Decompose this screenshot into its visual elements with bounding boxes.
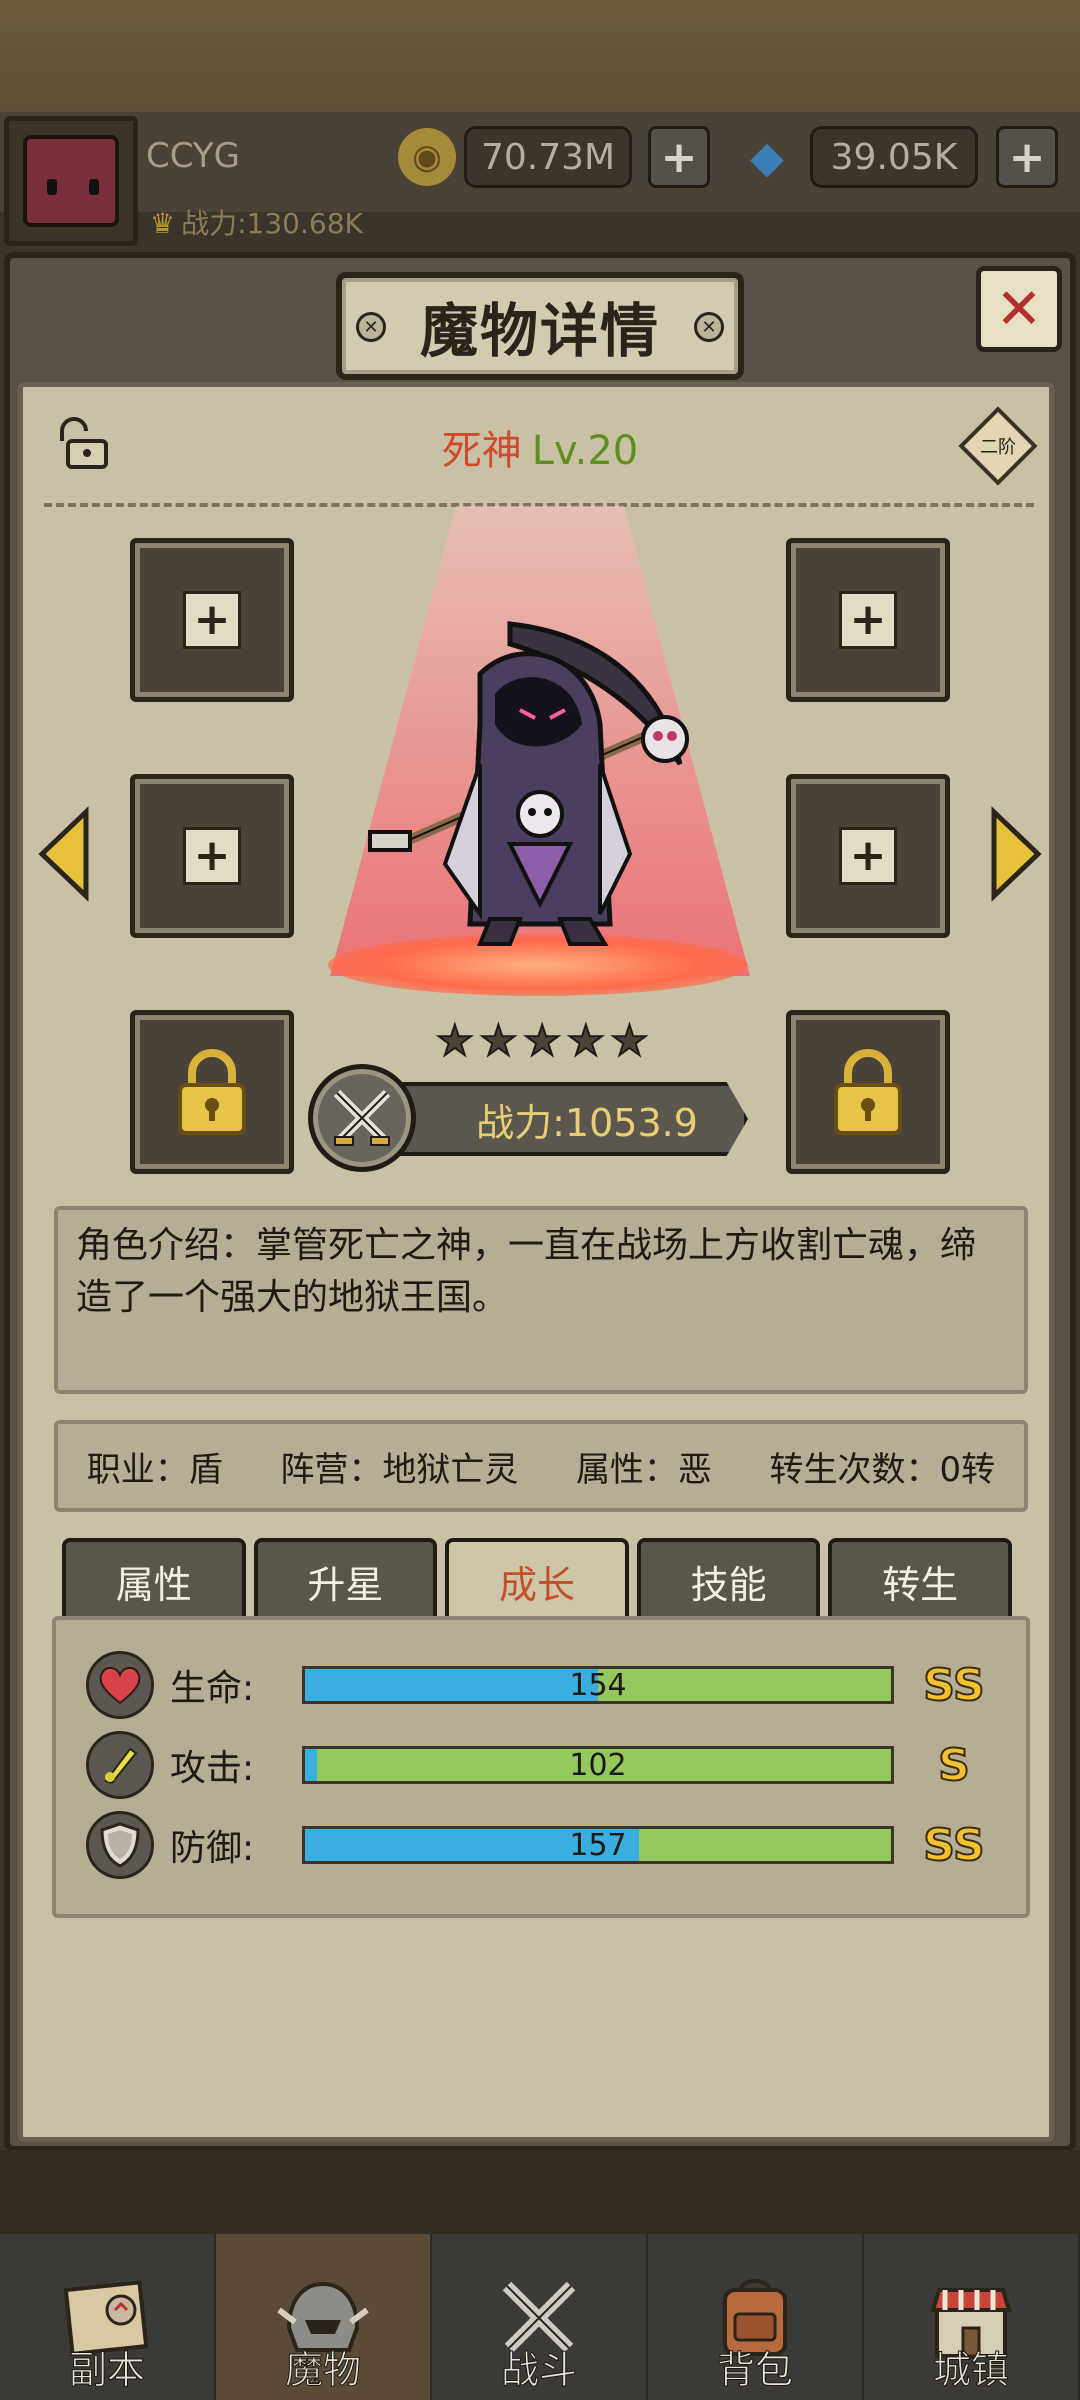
nav-town[interactable]: 城镇 bbox=[864, 2234, 1080, 2400]
detail-tabs: 属性 升星 成长 技能 转生 bbox=[62, 1538, 1012, 1620]
equip-slot-3[interactable]: + bbox=[130, 774, 294, 938]
power-icon: ♛ bbox=[150, 207, 176, 240]
close-button[interactable]: ✕ bbox=[976, 266, 1062, 352]
avatar-eye bbox=[89, 179, 99, 195]
combat-power-label: 战力:1053.9 bbox=[476, 1100, 698, 1145]
nav-label: 副本 bbox=[68, 2348, 145, 2393]
player-power-label: 战力:130.68K bbox=[181, 207, 363, 240]
add-gold-button[interactable]: + bbox=[648, 126, 710, 188]
equip-slot-locked-1[interactable] bbox=[130, 1010, 294, 1174]
heart-icon bbox=[86, 1651, 154, 1719]
player-name: CCYG bbox=[146, 136, 240, 176]
next-arrow-icon[interactable] bbox=[988, 806, 1044, 902]
diamond-icon: ◆ bbox=[750, 131, 784, 183]
star-icon: ★ bbox=[479, 1016, 519, 1065]
equip-slot-locked-2[interactable] bbox=[786, 1010, 950, 1174]
gold-amount: 70.73M bbox=[464, 126, 632, 188]
stat-grade: SS bbox=[922, 1819, 985, 1872]
star-icon: ★ bbox=[435, 1016, 475, 1065]
attribute-info: 属性：恶 bbox=[575, 1449, 712, 1490]
equip-slot-1[interactable]: + bbox=[130, 538, 294, 702]
add-equipment-icon: + bbox=[839, 591, 897, 649]
stat-bar: 102 bbox=[302, 1746, 894, 1784]
panel-title: 魔物详情 bbox=[419, 297, 660, 365]
nav-dungeon[interactable]: 副本 bbox=[0, 2234, 216, 2400]
rebirth-info: 转生次数：0转 bbox=[769, 1449, 996, 1490]
stat-label: 防御: bbox=[170, 1828, 255, 1869]
growth-stats: 生命: 154 SS 攻击: 102 S 防御: 157 SS bbox=[52, 1616, 1030, 1918]
stat-row-defense: 防御: 157 SS bbox=[86, 1810, 1016, 1880]
padlock-icon bbox=[834, 1049, 902, 1135]
tab-skills[interactable]: 技能 bbox=[636, 1538, 821, 1620]
rank-badge[interactable]: 二阶 bbox=[958, 406, 1038, 486]
add-equipment-icon: + bbox=[183, 591, 241, 649]
star-icon: ★ bbox=[610, 1016, 650, 1065]
faction-info: 阵营：地狱亡灵 bbox=[280, 1449, 519, 1490]
panel-title-plate: ✕ 魔物详情 ✕ bbox=[336, 272, 744, 380]
player-avatar[interactable] bbox=[4, 116, 138, 246]
monster-level: Lv.20 bbox=[531, 428, 639, 474]
panel-footer-strip bbox=[0, 2150, 1080, 2240]
add-equipment-icon: + bbox=[839, 827, 897, 885]
stat-bar: 157 bbox=[302, 1826, 894, 1864]
nav-backpack[interactable]: 背包 bbox=[648, 2234, 864, 2400]
star-icon: ★ bbox=[522, 1016, 562, 1065]
monster-description: 角色介绍：掌管死亡之神，一直在战场上方收割亡魂，缔造了一个强大的地狱王国。 bbox=[54, 1206, 1028, 1394]
nav-label: 背包 bbox=[716, 2348, 793, 2393]
gem-amount: 39.05K bbox=[810, 126, 978, 188]
stat-grade: S bbox=[937, 1739, 971, 1792]
class-info: 职业：盾 bbox=[86, 1449, 223, 1490]
stat-grade: SS bbox=[922, 1659, 985, 1712]
star-icon: ★ bbox=[566, 1016, 606, 1065]
star-rating: ★ ★ ★ ★ ★ bbox=[435, 1016, 650, 1065]
plate-rivet-icon: ✕ bbox=[356, 312, 386, 342]
padlock-icon bbox=[178, 1049, 246, 1135]
shield-icon bbox=[86, 1811, 154, 1879]
tab-growth[interactable]: 成长 bbox=[445, 1538, 629, 1620]
stat-value: 154 bbox=[569, 1667, 627, 1703]
stat-bar: 154 bbox=[302, 1666, 894, 1704]
avatar-face bbox=[23, 135, 119, 227]
attack-icon bbox=[86, 1731, 154, 1799]
stat-row-hp: 生命: 154 SS bbox=[86, 1650, 1016, 1720]
add-equipment-icon: + bbox=[183, 827, 241, 885]
bottom-navigation: 副本 魔物 战斗 背包 城镇 bbox=[0, 2234, 1080, 2400]
stat-row-attack: 攻击: 102 S bbox=[86, 1730, 1016, 1800]
avatar-eye bbox=[47, 179, 57, 195]
stat-value: 157 bbox=[569, 1827, 627, 1863]
monster-info: 职业：盾 阵营：地狱亡灵 属性：恶 转生次数：0转 bbox=[54, 1420, 1028, 1512]
monster-title: 死神 Lv.20 bbox=[0, 418, 1080, 476]
rank-badge-label: 二阶 bbox=[980, 437, 1016, 458]
grim-reaper-monster-image bbox=[368, 621, 689, 946]
nav-label: 城镇 bbox=[932, 2348, 1009, 2393]
background-top bbox=[0, 0, 1080, 120]
nav-label: 战斗 bbox=[500, 2348, 577, 2393]
nav-label: 魔物 bbox=[284, 2348, 361, 2393]
previous-arrow-icon[interactable] bbox=[36, 806, 92, 902]
add-gems-button[interactable]: + bbox=[996, 126, 1058, 188]
tab-star-up[interactable]: 升星 bbox=[253, 1538, 438, 1620]
stat-value: 102 bbox=[569, 1747, 627, 1783]
monster-name: 死神 bbox=[441, 428, 522, 474]
stat-label: 生命: bbox=[170, 1668, 255, 1709]
nav-battle[interactable]: 战斗 bbox=[432, 2234, 648, 2400]
tab-attributes[interactable]: 属性 bbox=[62, 1538, 246, 1620]
stat-label: 攻击: bbox=[170, 1748, 255, 1789]
tab-rebirth[interactable]: 转生 bbox=[828, 1538, 1012, 1620]
coin-icon: ◉ bbox=[398, 128, 456, 186]
crossed-swords-icon bbox=[308, 1064, 416, 1172]
equip-slot-2[interactable]: + bbox=[786, 538, 950, 702]
equip-slot-4[interactable]: + bbox=[786, 774, 950, 938]
combat-power-bar: 战力:1053.9 bbox=[392, 1082, 748, 1156]
plate-rivet-icon: ✕ bbox=[694, 312, 724, 342]
nav-monsters[interactable]: 魔物 bbox=[216, 2234, 432, 2400]
player-power: ♛ 战力:130.68K bbox=[150, 202, 363, 242]
